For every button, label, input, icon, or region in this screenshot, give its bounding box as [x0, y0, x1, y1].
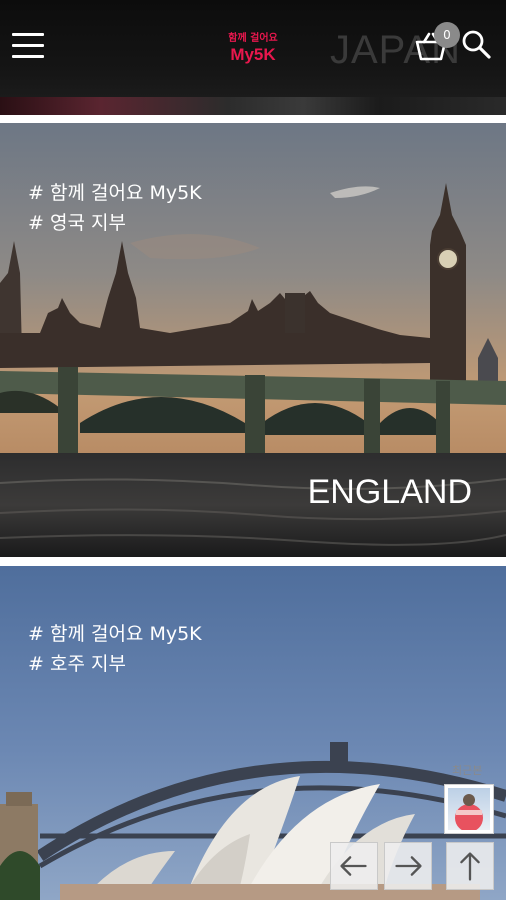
cart-count-badge: 0: [434, 22, 460, 48]
hashtag-walk-together: # 함께 걸어요 My5K: [28, 182, 202, 204]
top-header: JAPAN 함께 걸어요 My5K 0: [0, 0, 506, 115]
australia-hashtags: # 함께 걸어요 My5K # 호주 지부: [28, 619, 202, 679]
arrow-up-icon[interactable]: [446, 842, 494, 890]
logo-wordmark: My5K: [230, 45, 276, 64]
england-branch-card[interactable]: # 함께 걸어요 My5K # 영국 지부 ENGLAND: [0, 123, 506, 557]
search-icon[interactable]: [460, 28, 492, 60]
hashtag-walk-together: # 함께 걸어요 My5K: [28, 623, 202, 645]
country-label-england: ENGLAND: [307, 473, 472, 511]
recently-viewed-thumbnail[interactable]: [444, 784, 494, 834]
england-hashtags: # 함께 걸어요 My5K # 영국 지부: [28, 178, 202, 238]
hamburger-menu-icon[interactable]: [12, 33, 44, 61]
arrow-right-icon[interactable]: [384, 842, 432, 890]
hashtag-uk-branch: # 영국 지부: [28, 212, 126, 234]
arrow-left-icon[interactable]: [330, 842, 378, 890]
app-logo[interactable]: 함께 걸어요 My5K: [218, 33, 288, 64]
header-banner-strip: [0, 97, 506, 115]
hashtag-australia-branch: # 호주 지부: [28, 653, 126, 675]
logo-tagline: 함께 걸어요: [228, 33, 278, 44]
app-screen: JAPAN 함께 걸어요 My5K 0 # 함께 걸어요 My5K # 영국 지…: [0, 0, 506, 900]
recently-viewed-label: 최근본: [452, 764, 483, 777]
